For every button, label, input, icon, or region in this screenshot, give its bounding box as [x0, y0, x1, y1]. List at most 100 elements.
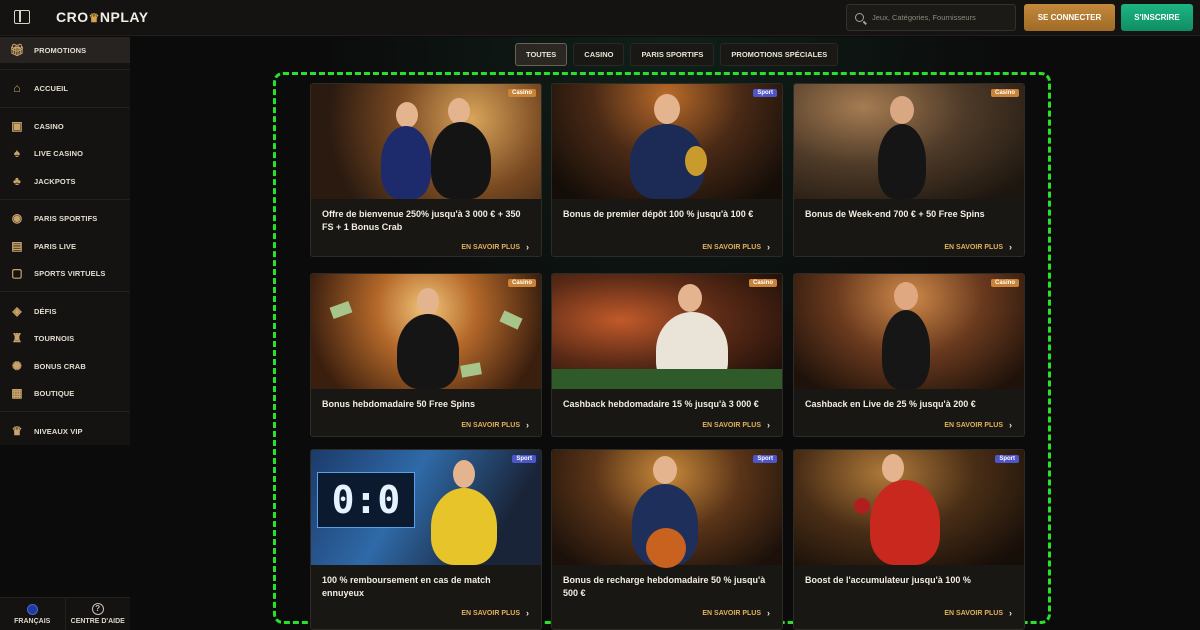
sidebar-item-bonus-crab[interactable]: ✺ BONUS CRAB — [0, 353, 130, 379]
sidebar-item-boutique[interactable]: ▦ BOUTIQUE — [0, 380, 130, 406]
promo-image — [794, 274, 1024, 389]
promo-title: Bonus hebdomadaire 50 Free Spins — [322, 399, 476, 409]
category-badge: Casino — [748, 279, 777, 287]
chevron-right-icon: › — [526, 242, 529, 252]
learn-more-link[interactable]: EN SAVOIR PLUS › — [461, 420, 529, 430]
ball-icon: ◉ — [11, 211, 23, 225]
divider — [0, 411, 130, 412]
learn-more-link[interactable]: EN SAVOIR PLUS › — [944, 420, 1012, 430]
tab-casino[interactable]: CASINO — [573, 43, 625, 66]
spade-icon: ♠ — [13, 146, 21, 160]
category-badge: Sport — [753, 89, 777, 97]
divider — [0, 291, 130, 292]
learn-more-link[interactable]: EN SAVOIR PLUS › — [944, 608, 1012, 618]
promo-image: 0:0 — [311, 450, 541, 565]
sidebar-item-sports-virtuels[interactable]: ▢ SPORTS VIRTUELS — [0, 260, 130, 286]
promo-title: Bonus de recharge hebdomadaire 50 % jusq… — [563, 575, 766, 598]
learn-more-link[interactable]: EN SAVOIR PLUS › — [461, 242, 529, 252]
top-bar: CRO♛NPLAY SE CONNECTER S'INSCRIRE — [0, 0, 1200, 36]
promo-image — [552, 450, 782, 568]
category-badge: Casino — [990, 89, 1019, 97]
gift-icon: 🎁︎ — [9, 43, 25, 57]
help-icon: ? — [91, 603, 104, 615]
promo-card-weekend[interactable]: Casino Bonus de Week-end 700 € + 50 Free… — [793, 83, 1025, 257]
tab-paris-sportifs[interactable]: PARIS SPORTIFS — [630, 43, 715, 66]
crown-logo-icon: ♛ — [88, 11, 100, 25]
tab-promotions-speciales[interactable]: PROMOTIONS SPÉCIALES — [720, 43, 839, 66]
promo-title: Offre de bienvenue 250% jusqu'à 3 000 € … — [322, 209, 521, 232]
search-input[interactable] — [872, 13, 1012, 22]
learn-more-link[interactable]: EN SAVOIR PLUS › — [702, 420, 770, 430]
promo-title: Cashback hebdomadaire 15 % jusqu'à 3 000… — [563, 399, 759, 409]
category-badge: Casino — [507, 279, 536, 287]
chevron-right-icon: › — [767, 420, 770, 430]
promo-card-live-cashback[interactable]: Casino Cashback en Live de 25 % jusqu'à … — [793, 273, 1025, 437]
promo-image — [311, 84, 541, 199]
sidebar: 🎁︎ PROMOTIONS ⌂ ACCUEIL ▣ CASINO ♠ LIVE CASI… — [0, 37, 130, 445]
live-icon: ▤ — [11, 239, 23, 253]
divider — [0, 107, 130, 108]
promo-card-boring-match[interactable]: 0:0 Sport 100 % remboursement en cas de … — [310, 449, 542, 630]
chevron-right-icon: › — [1009, 242, 1012, 252]
help-center-link[interactable]: ? CENTRE D'AIDE — [66, 598, 131, 630]
search-icon — [855, 13, 864, 22]
chevron-right-icon: › — [526, 420, 529, 430]
category-badge: Casino — [990, 279, 1019, 287]
sidebar-item-live-casino[interactable]: ♠ LIVE CASINO — [0, 140, 130, 166]
divider — [0, 69, 130, 70]
sidebar-item-jackpots[interactable]: ♣ JACKPOTS — [0, 168, 130, 194]
sidebar-item-paris-live[interactable]: ▤ PARIS LIVE — [0, 233, 130, 259]
chevron-right-icon: › — [767, 242, 770, 252]
category-badge: Casino — [507, 89, 536, 97]
chevron-right-icon: › — [1009, 608, 1012, 618]
sidebar-item-promotions[interactable]: 🎁︎ PROMOTIONS — [0, 37, 130, 63]
chevron-right-icon: › — [767, 608, 770, 618]
promo-card-first-deposit[interactable]: Sport Bonus de premier dépôt 100 % jusqu… — [551, 83, 783, 257]
chevron-right-icon: › — [526, 608, 529, 618]
promo-title: Cashback en Live de 25 % jusqu'à 200 € — [805, 399, 976, 409]
clover-icon: ♣ — [13, 174, 21, 188]
learn-more-link[interactable]: EN SAVOIR PLUS › — [944, 242, 1012, 252]
scoreboard-display: 0:0 — [317, 472, 415, 528]
sidebar-item-paris-sportifs[interactable]: ◉ PARIS SPORTIFS — [0, 205, 130, 231]
sidebar-item-casino[interactable]: ▣ CASINO — [0, 113, 130, 139]
promo-image — [794, 84, 1024, 199]
promo-card-welcome[interactable]: Casino Offre de bienvenue 250% jusqu'à 3… — [310, 83, 542, 257]
category-badge: Sport — [753, 455, 777, 463]
sidebar-item-defis[interactable]: ◈ DÉFIS — [0, 298, 130, 324]
login-button[interactable]: SE CONNECTER — [1024, 4, 1115, 31]
gamepad-icon: ▢ — [11, 266, 23, 280]
category-badge: Sport — [512, 455, 536, 463]
challenge-icon: ◈ — [12, 304, 22, 318]
logo[interactable]: CRO♛NPLAY — [56, 9, 149, 25]
home-icon: ⌂ — [13, 81, 21, 95]
promo-card-weekly-spins[interactable]: Casino Bonus hebdomadaire 50 Free Spins … — [310, 273, 542, 437]
promo-title: 100 % remboursement en cas de match ennu… — [322, 575, 491, 598]
learn-more-link[interactable]: EN SAVOIR PLUS › — [702, 242, 770, 252]
sidebar-item-niveaux-vip[interactable]: ♛ NIVEAUX VIP — [0, 418, 130, 444]
crown-icon: ♛ — [11, 424, 23, 438]
promo-filter-tabs: TOUTES CASINO PARIS SPORTIFS PROMOTIONS … — [515, 43, 839, 66]
category-badge: Sport — [995, 455, 1019, 463]
learn-more-link[interactable]: EN SAVOIR PLUS › — [702, 608, 770, 618]
language-selector[interactable]: FRANÇAIS — [0, 598, 66, 630]
chevron-right-icon: › — [1009, 420, 1012, 430]
sidebar-toggle-icon[interactable] — [14, 10, 30, 24]
promo-image — [552, 84, 782, 199]
learn-more-link[interactable]: EN SAVOIR PLUS › — [461, 608, 529, 618]
promo-image — [794, 450, 1024, 565]
promo-card-weekly-reload[interactable]: Sport Bonus de recharge hebdomadaire 50 … — [551, 449, 783, 630]
sidebar-item-accueil[interactable]: ⌂ ACCUEIL — [0, 75, 130, 101]
sidebar-footer: FRANÇAIS ? CENTRE D'AIDE — [0, 597, 130, 630]
search-box[interactable] — [846, 4, 1016, 31]
trophy-icon: ♜ — [11, 331, 23, 345]
promo-image — [311, 274, 541, 389]
promo-card-weekly-cashback[interactable]: Casino Cashback hebdomadaire 15 % jusqu'… — [551, 273, 783, 437]
sidebar-item-tournois[interactable]: ♜ TOURNOIS — [0, 325, 130, 351]
promo-title: Bonus de Week-end 700 € + 50 Free Spins — [805, 209, 985, 219]
promo-card-accumulator-boost[interactable]: Sport Boost de l'accumulateur jusqu'à 10… — [793, 449, 1025, 630]
signup-button[interactable]: S'INSCRIRE — [1121, 4, 1193, 31]
shop-icon: ▦ — [11, 386, 23, 400]
promo-image — [552, 274, 782, 389]
tab-toutes[interactable]: TOUTES — [515, 43, 568, 66]
